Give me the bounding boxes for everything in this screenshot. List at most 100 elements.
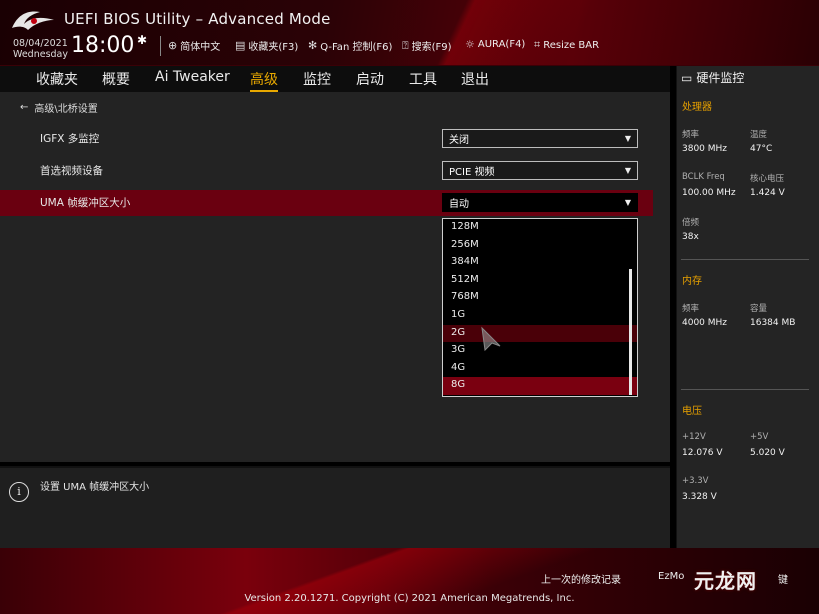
resize-bar-label: Resize BAR <box>543 39 600 51</box>
header-bar: UEFI BIOS Utility – Advanced Mode 08/04/… <box>0 0 819 66</box>
tab-tool[interactable]: 工具 <box>409 69 437 89</box>
tab-exit[interactable]: 退出 <box>461 69 489 89</box>
v12-value: 12.076 V <box>682 448 723 458</box>
uma-options-list[interactable]: 128M 256M 384M 512M 768M 1G 2G 3G 4G 8G <box>442 218 638 397</box>
cpu-freq-value: 3800 MHz <box>682 144 728 154</box>
favorites-label: 收藏夹(F3) <box>248 42 299 53</box>
date-display: 08/04/2021 Wednesday <box>13 38 68 60</box>
scrollbar[interactable] <box>629 269 632 395</box>
date-text: 08/04/2021 <box>13 38 68 49</box>
tab-advanced[interactable]: 高级 <box>250 69 278 92</box>
tab-favorites[interactable]: 收藏夹 <box>36 69 78 89</box>
dropdown-value: 自动 <box>449 199 469 210</box>
app-title: UEFI BIOS Utility – Advanced Mode <box>64 10 331 28</box>
resize-bar-icon: ⌗ <box>534 38 541 51</box>
aura-label: AURA(F4) <box>477 39 526 50</box>
help-text: 设置 UMA 帧缓冲区大小 <box>40 482 150 493</box>
option-4g[interactable]: 4G <box>443 360 637 378</box>
dropdown-value: PCIE 视频 <box>449 167 495 178</box>
favorites-icon: ▤ <box>235 39 246 52</box>
language-label: 简体中文 <box>180 42 221 53</box>
caret-down-icon: ▼ <box>624 198 631 207</box>
dropdown-value: 关闭 <box>449 135 469 146</box>
resize-bar-button[interactable]: ⌗ Resize BAR <box>534 38 599 52</box>
v33-value: 3.328 V <box>682 492 717 502</box>
cpu-temp-value: 47°C <box>750 144 773 154</box>
mem-cap-value: 16384 MB <box>750 318 796 328</box>
hw-title-text: 硬件监控 <box>696 71 745 85</box>
breadcrumb-path: 高级\北桥设置 <box>34 104 98 115</box>
setting-label: UMA 帧缓冲区大小 <box>40 197 131 209</box>
video-device-dropdown[interactable]: PCIE 视频 ▼ <box>442 161 638 180</box>
option-2g[interactable]: 2G <box>443 324 637 343</box>
cpu-temp-label: 温度 <box>750 130 768 140</box>
aura-button[interactable]: ☼ AURA(F4) <box>465 38 525 51</box>
search-label: 搜索(F9) <box>411 42 452 53</box>
option-384m[interactable]: 384M <box>443 254 637 272</box>
rog-logo-icon <box>12 11 54 30</box>
last-modified-button[interactable]: 上一次的修改记录 <box>541 571 621 586</box>
ratio-value: 38x <box>682 232 699 242</box>
setting-label: 首选视频设备 <box>40 165 103 177</box>
vcore-label: 核心电压 <box>750 174 785 184</box>
section-divider <box>681 259 809 260</box>
breadcrumb[interactable]: ← 高级\北桥设置 <box>20 100 98 115</box>
v5-label: +5V <box>750 432 769 442</box>
qfan-button[interactable]: ✻ Q-Fan 控制(F6) <box>308 38 392 53</box>
version-text: Version 2.20.1271. Copyright (C) 2021 Am… <box>244 593 575 604</box>
tab-monitor[interactable]: 监控 <box>303 69 331 89</box>
favorites-button[interactable]: ▤ 收藏夹(F3) <box>235 38 298 53</box>
search-button[interactable]: ⍰ 搜索(F9) <box>402 38 452 54</box>
option-128m[interactable]: 128M <box>443 219 637 237</box>
help-icon: ⍰ <box>402 38 409 52</box>
ratio-label: 倍频 <box>682 218 700 228</box>
uma-buffer-dropdown[interactable]: 自动 ▼ <box>442 193 638 212</box>
igfx-dropdown[interactable]: 关闭 ▼ <box>442 129 638 148</box>
option-512m[interactable]: 512M <box>443 272 637 290</box>
header-divider <box>160 36 161 56</box>
cpu-section-title: 处理器 <box>682 102 712 113</box>
language-button[interactable]: ⊕ 简体中文 <box>168 38 220 53</box>
v12-label: +12V <box>682 432 706 442</box>
ezmode-button[interactable]: EzMo <box>658 571 684 582</box>
tab-ai-tweaker[interactable]: Ai Tweaker <box>155 69 230 85</box>
setting-row-uma-buffer[interactable]: UMA 帧缓冲区大小 自动 ▼ <box>0 190 653 216</box>
bclk-value: 100.00 MHz <box>682 188 736 198</box>
voltage-section-title: 电压 <box>682 406 702 417</box>
clock-time: 18:00 <box>71 33 135 58</box>
watermark-logo: 元龙网 <box>694 569 757 593</box>
section-divider <box>681 389 809 390</box>
mouse-cursor-icon <box>481 326 501 352</box>
cpu-freq-label: 频率 <box>682 130 700 140</box>
option-256m[interactable]: 256M <box>443 237 637 255</box>
monitor-icon: ▭ <box>681 70 693 85</box>
weekday-text: Wednesday <box>13 49 69 60</box>
tab-summary[interactable]: 概要 <box>102 69 130 89</box>
back-arrow-icon[interactable]: ← <box>20 102 28 113</box>
info-icon: i <box>9 482 29 502</box>
hw-monitor-title: ▭ 硬件监控 <box>681 69 744 86</box>
setting-label: IGFX 多监控 <box>40 133 100 145</box>
qfan-label: Q-Fan 控制(F6) <box>320 42 393 53</box>
v5-value: 5.020 V <box>750 448 785 458</box>
mem-cap-label: 容量 <box>750 304 768 314</box>
caret-down-icon: ▼ <box>624 134 631 143</box>
option-3g[interactable]: 3G <box>443 342 637 360</box>
aura-icon: ☼ <box>465 38 475 51</box>
mem-freq-value: 4000 MHz <box>682 318 728 328</box>
hardware-monitor-panel: ▭ 硬件监控 处理器 频率 温度 3800 MHz 47°C BCLK Freq… <box>676 66 819 548</box>
v33-label: +3.3V <box>682 476 709 486</box>
option-8g[interactable]: 8G <box>443 377 637 395</box>
vcore-value: 1.424 V <box>750 188 785 198</box>
tab-boot[interactable]: 启动 <box>356 69 384 89</box>
globe-icon: ⊕ <box>168 39 178 52</box>
bclk-label: BCLK Freq <box>682 172 725 182</box>
setting-row-igfx[interactable]: IGFX 多监控 关闭 ▼ <box>0 126 653 152</box>
main-nav: 收藏夹 概要 Ai Tweaker 高级 监控 启动 工具 退出 <box>0 66 670 92</box>
option-1g[interactable]: 1G <box>443 307 637 325</box>
option-768m[interactable]: 768M <box>443 289 637 307</box>
hotkeys-button[interactable]: 键 <box>778 571 788 586</box>
gear-icon[interactable]: ✱ <box>137 33 147 47</box>
setting-row-video-device[interactable]: 首选视频设备 PCIE 视频 ▼ <box>0 158 653 184</box>
mem-freq-label: 频率 <box>682 304 700 314</box>
